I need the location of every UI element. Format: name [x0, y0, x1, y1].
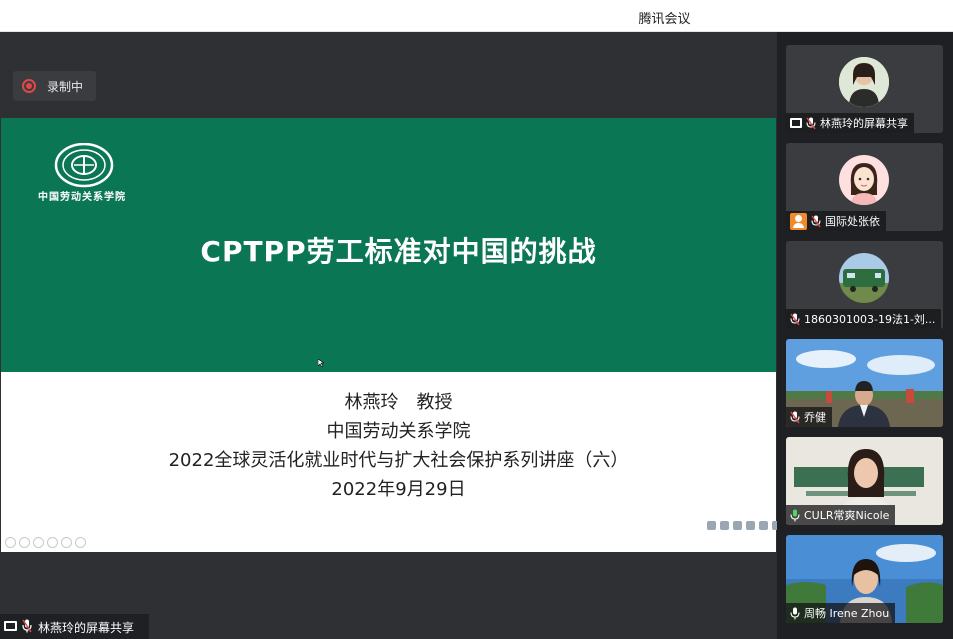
slide-line-date: 2022年9月29日 — [331, 479, 466, 500]
participant-name: CULR常爽Nicole — [804, 509, 890, 522]
participant-name: 乔健 — [804, 411, 826, 424]
slide-heading: CPTPP劳工标准对中国的挑战 — [200, 235, 597, 268]
user-icon — [790, 212, 807, 230]
screen-share-icon — [790, 118, 802, 128]
shared-screen-area: 录制中 中国劳动关系学院 CPTPP劳工标准对中国的挑战 林燕玲 教授 中国劳动… — [0, 32, 781, 639]
participant-sidebar: 林燕玲的屏幕共享 国际处张依 1860301003-19法1-刘... 乔健 C… — [777, 32, 953, 639]
participant-tile-6[interactable]: 周畅 Irene Zhou — [786, 535, 943, 623]
grid-icon[interactable] — [47, 537, 58, 548]
participant-tile-3[interactable]: 1860301003-19法1-刘... — [786, 241, 943, 329]
mic-muted-icon — [790, 411, 800, 423]
participant-name: 国际处张依 — [825, 215, 880, 228]
view-fullscreen-icon[interactable] — [759, 521, 768, 530]
participant-name-bar: 乔健 — [786, 407, 832, 427]
presenter-tag: 林燕玲的屏幕共享 — [0, 614, 149, 639]
window-title: 腾讯会议 — [638, 12, 691, 27]
mic-muted-icon — [790, 313, 800, 325]
participant-name-bar: 周畅 Irene Zhou — [786, 603, 896, 623]
participant-name-bar: CULR常爽Nicole — [786, 505, 896, 525]
recording-indicator[interactable]: 录制中 — [13, 71, 96, 101]
participant-tile-4[interactable]: 乔健 — [786, 339, 943, 427]
slide-status-toolbar — [707, 521, 781, 533]
participant-tile-2[interactable]: 国际处张依 — [786, 143, 943, 231]
slide-nav-toolbar — [5, 537, 86, 549]
slide-line-series: 2022全球灵活化就业时代与扩大社会保护系列讲座（六） — [168, 450, 629, 471]
prev-slide-icon[interactable] — [5, 537, 16, 548]
participant-tile-5[interactable]: CULR常爽Nicole — [786, 437, 943, 525]
logo-caption: 中国劳动关系学院 — [38, 192, 126, 203]
presentation-slide: 中国劳动关系学院 CPTPP劳工标准对中国的挑战 林燕玲 教授 中国劳动关系学院… — [1, 118, 781, 552]
screen-share-icon — [4, 621, 17, 631]
avatar — [839, 57, 889, 107]
participant-name-bar: 国际处张依 — [786, 211, 886, 231]
mic-muted-icon — [22, 619, 32, 633]
participant-name-bar: 1860301003-19法1-刘... — [786, 309, 942, 329]
view-reading-icon[interactable] — [720, 521, 729, 530]
record-dot-icon — [22, 79, 36, 93]
participant-name: 1860301003-19法1-刘... — [804, 313, 936, 326]
avatar — [839, 253, 889, 303]
participant-name: 林燕玲的屏幕共享 — [820, 117, 908, 130]
slide-line-author: 林燕玲 教授 — [344, 392, 453, 413]
slide-body: 林燕玲 教授 中国劳动关系学院 2022全球灵活化就业时代与扩大社会保护系列讲座… — [1, 388, 776, 504]
mic-muted-icon — [806, 117, 816, 129]
zoom-icon[interactable] — [61, 537, 72, 548]
next-slide-icon[interactable] — [19, 537, 30, 548]
view-sorter-icon[interactable] — [746, 521, 755, 530]
mic-icon — [790, 509, 800, 521]
presenter-label: 林燕玲的屏幕共享 — [38, 621, 135, 635]
participant-name-bar: 林燕玲的屏幕共享 — [786, 113, 914, 133]
title-bar: 腾讯会议 — [0, 0, 953, 32]
avatar — [839, 155, 889, 205]
mic-icon — [790, 607, 800, 619]
recording-label: 录制中 — [47, 80, 84, 94]
more-icon[interactable] — [75, 537, 86, 548]
view-normal-icon[interactable] — [707, 521, 716, 530]
mouse-cursor-icon — [318, 359, 324, 367]
participant-tile-1[interactable]: 林燕玲的屏幕共享 — [786, 45, 943, 133]
participant-name: 周畅 Irene Zhou — [804, 607, 890, 620]
view-notes-icon[interactable] — [733, 521, 742, 530]
mic-muted-icon — [811, 215, 821, 227]
pen-icon[interactable] — [33, 537, 44, 548]
slide-line-institution: 中国劳动关系学院 — [326, 421, 471, 442]
